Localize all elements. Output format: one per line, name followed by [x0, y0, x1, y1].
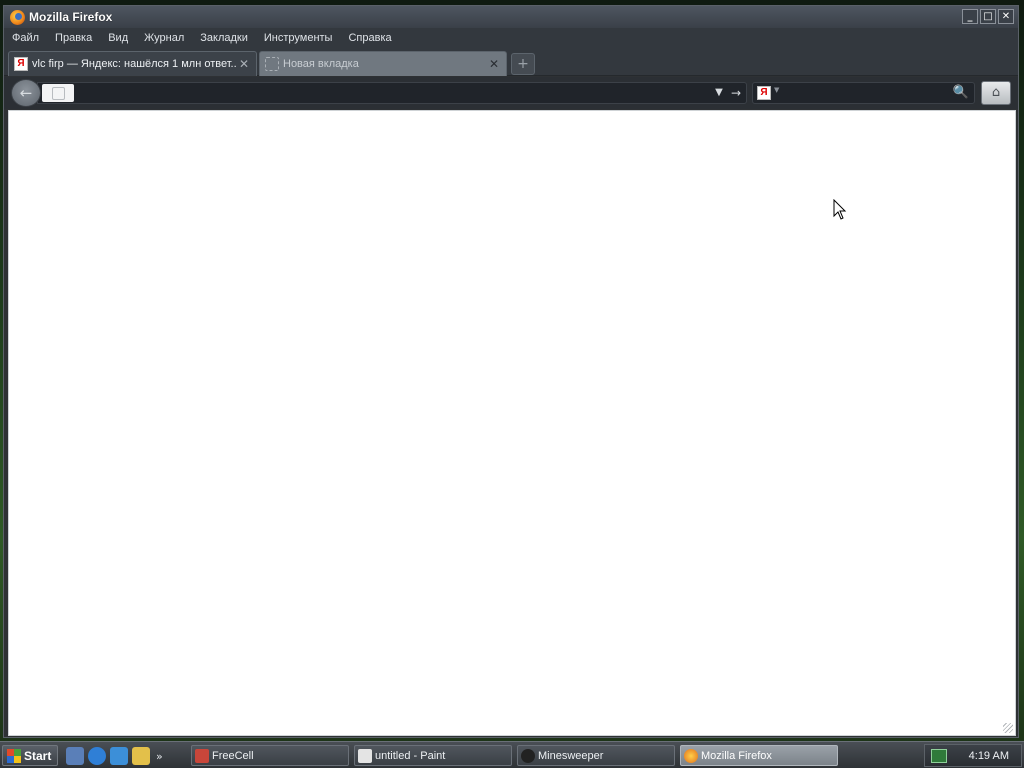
navigation-toolbar: ▼ → ← Я ▼ 🔍 ⌂	[4, 77, 1018, 109]
taskbar-item-minesweeper[interactable]: Minesweeper	[517, 745, 675, 766]
minimize-button[interactable]: _	[962, 9, 978, 24]
window-controls: _ □ ✕	[962, 9, 1014, 24]
yandex-icon: Я	[14, 57, 28, 71]
menu-file[interactable]: Файл	[4, 28, 47, 49]
menu-history[interactable]: Журнал	[136, 28, 192, 49]
url-history-dropdown-icon[interactable]: ▼	[712, 85, 726, 101]
search-engine-dropdown-icon[interactable]: ▼	[774, 86, 779, 94]
show-desktop-icon[interactable]	[66, 747, 84, 765]
clock[interactable]: 4:19 AM	[969, 750, 1009, 762]
taskbar-item-freecell[interactable]: FreeCell	[191, 745, 349, 766]
window-title: Mozilla Firefox	[29, 10, 113, 24]
tab-close-icon[interactable]: ✕	[237, 57, 251, 71]
taskbar-item-firefox[interactable]: Mozilla Firefox	[680, 745, 838, 766]
taskbar-item-paint[interactable]: untitled - Paint	[354, 745, 512, 766]
new-tab-button[interactable]: +	[511, 53, 535, 75]
title-bar[interactable]: Mozilla Firefox _ □ ✕	[4, 6, 1018, 28]
firefox-icon	[684, 748, 698, 763]
start-label: Start	[24, 748, 52, 763]
outlook-express-icon[interactable]	[110, 747, 128, 765]
page-content[interactable]	[8, 110, 1016, 736]
search-input[interactable]	[785, 85, 945, 101]
go-arrow-icon[interactable]: →	[728, 85, 744, 101]
tab-label: Новая вкладка	[283, 58, 359, 70]
search-bar: Я ▼ 🔍	[752, 82, 975, 104]
quick-launch-more-icon[interactable]: »	[154, 750, 163, 763]
menu-tools[interactable]: Инструменты	[256, 28, 341, 49]
menu-bookmarks[interactable]: Закладки	[192, 28, 256, 49]
menu-view[interactable]: Вид	[100, 28, 136, 49]
blank-page-icon	[265, 57, 279, 71]
site-identity-icon[interactable]	[42, 84, 74, 102]
taskbar: Start » FreeCell untitled - Paint Minesw…	[0, 741, 1024, 768]
windows-logo-icon	[7, 748, 21, 763]
menu-edit[interactable]: Правка	[47, 28, 100, 49]
search-icon[interactable]: 🔍	[952, 84, 970, 102]
internet-explorer-icon[interactable]	[88, 747, 106, 765]
network-icon[interactable]	[931, 748, 947, 763]
tab-label: vlc firp — Яндекс: нашёлся 1 млн ответ..…	[32, 58, 237, 70]
back-button[interactable]: ←	[11, 79, 41, 107]
search-folder-icon[interactable]	[132, 747, 150, 765]
close-button[interactable]: ✕	[998, 9, 1014, 24]
yandex-search-engine-icon[interactable]: Я	[757, 86, 771, 100]
url-input[interactable]	[78, 85, 698, 101]
system-tray: 4:19 AM	[924, 744, 1022, 767]
url-bar: ▼ →	[37, 82, 747, 104]
home-button[interactable]: ⌂	[981, 81, 1011, 105]
start-button[interactable]: Start	[2, 745, 58, 766]
menu-bar: Файл Правка Вид Журнал Закладки Инструме…	[4, 28, 1018, 49]
minesweeper-icon	[521, 748, 535, 763]
maximize-button[interactable]: □	[980, 9, 996, 24]
menu-help[interactable]: Справка	[340, 28, 399, 49]
tab-new-tab[interactable]: Новая вкладка ✕	[259, 51, 507, 76]
freecell-icon	[195, 748, 209, 763]
paint-icon	[358, 748, 372, 763]
firefox-window: Mozilla Firefox _ □ ✕ Файл Правка Вид Жу…	[3, 5, 1019, 738]
quick-launch: »	[66, 746, 163, 766]
tab-yandex-search[interactable]: Я vlc firp — Яндекс: нашёлся 1 млн ответ…	[8, 51, 257, 76]
tab-close-icon[interactable]: ✕	[487, 57, 501, 71]
tab-bar: Я vlc firp — Яндекс: нашёлся 1 млн ответ…	[4, 49, 1018, 76]
firefox-logo-icon	[10, 9, 25, 25]
resize-grip-icon[interactable]	[1003, 723, 1013, 733]
